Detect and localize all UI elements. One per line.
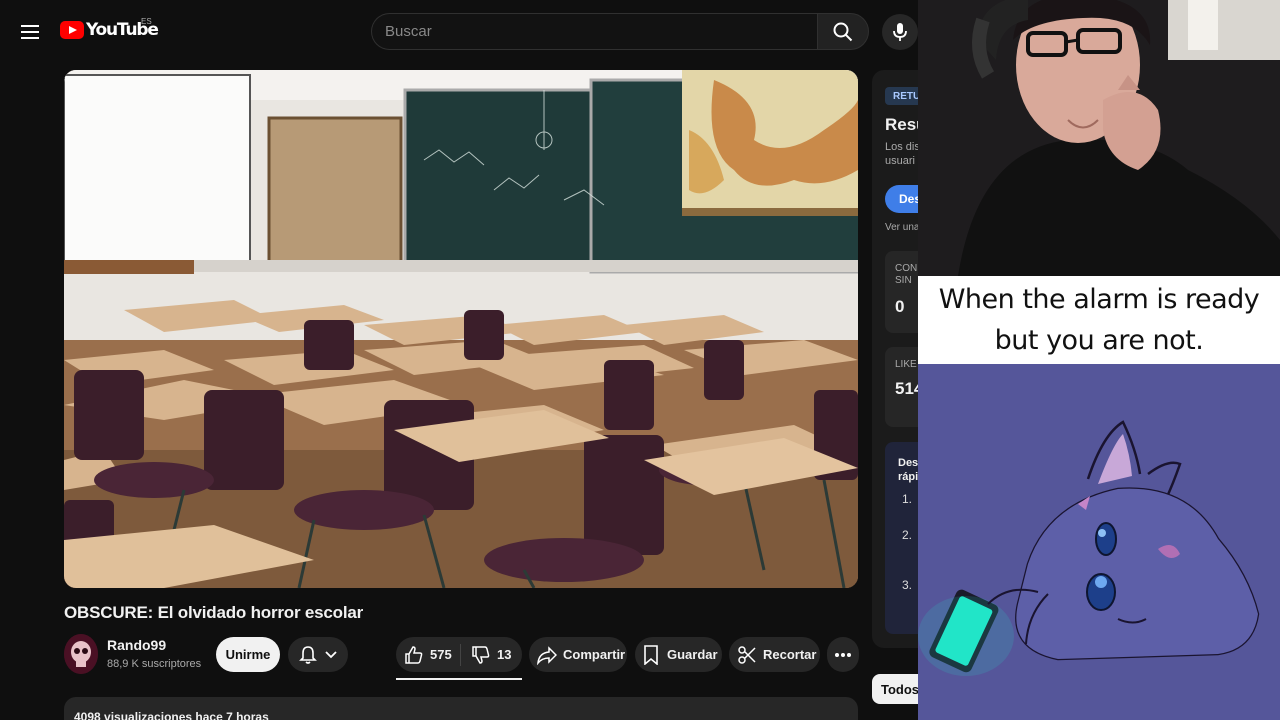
caption-line-2: but you are not. bbox=[994, 325, 1204, 356]
thumbs-up-icon bbox=[405, 645, 423, 664]
scissors-icon bbox=[738, 645, 756, 664]
sidebar-description-line2: usuari bbox=[885, 155, 915, 167]
chevron-down-icon bbox=[325, 650, 337, 658]
stat-value: 0 bbox=[895, 297, 905, 316]
list-item-number: 1. bbox=[902, 492, 913, 506]
share-button[interactable]: Compartir bbox=[529, 637, 627, 672]
webcam-overlay bbox=[918, 0, 1280, 276]
bell-icon bbox=[299, 645, 317, 664]
youtube-play-icon bbox=[60, 21, 84, 39]
menu-button[interactable] bbox=[14, 16, 46, 48]
masthead: YouTube ES bbox=[0, 0, 918, 64]
share-icon bbox=[537, 645, 557, 665]
like-count: 575 bbox=[430, 647, 452, 662]
join-button[interactable]: Unirme bbox=[216, 637, 280, 672]
like-dislike-group: 575 13 bbox=[396, 637, 522, 672]
channel-avatar[interactable] bbox=[64, 634, 98, 674]
anime-drawing-panel bbox=[918, 364, 1280, 720]
list-item-number: 2. bbox=[902, 528, 913, 542]
sidebar-link[interactable]: Ver una bbox=[885, 222, 919, 233]
video-player[interactable] bbox=[64, 70, 858, 588]
save-button[interactable]: Guardar bbox=[635, 637, 722, 672]
mic-icon bbox=[893, 23, 907, 41]
streamer-webcam-image bbox=[918, 0, 1280, 276]
subscriber-count: 88,9 K suscriptores bbox=[107, 658, 202, 670]
menu-icon bbox=[21, 25, 39, 39]
bookmark-icon bbox=[644, 644, 658, 665]
skull-avatar-icon bbox=[64, 634, 98, 674]
voice-search-button[interactable] bbox=[882, 14, 918, 50]
save-label: Guardar bbox=[667, 647, 718, 662]
channel-name[interactable]: Rando99 bbox=[107, 637, 166, 653]
video-frame-classroom bbox=[64, 70, 858, 588]
description-box[interactable]: 4098 visualizaciones hace 7 horas bbox=[64, 697, 858, 720]
more-actions-button[interactable] bbox=[827, 637, 859, 672]
share-label: Compartir bbox=[563, 647, 626, 662]
list-item-number: 3. bbox=[902, 578, 913, 592]
stat-label-line1: CON bbox=[895, 263, 918, 274]
dislike-button[interactable]: 13 bbox=[461, 645, 511, 665]
likes-label: LIKE bbox=[895, 359, 917, 370]
sidebar-description: Los dis usuari bbox=[885, 140, 920, 168]
notifications-button[interactable] bbox=[288, 637, 348, 672]
meme-caption-panel: When the alarm is ready but you are not. bbox=[918, 276, 1280, 364]
sidebar-description-line1: Los dis bbox=[885, 141, 920, 153]
clip-button[interactable]: Recortar bbox=[729, 637, 820, 672]
thumbs-down-icon bbox=[472, 645, 490, 664]
search-input[interactable] bbox=[371, 13, 817, 50]
region-code: ES bbox=[141, 17, 152, 26]
stat-label-line2: SIN bbox=[895, 275, 912, 286]
caption-line-1: When the alarm is ready bbox=[938, 284, 1260, 315]
like-button[interactable]: 575 bbox=[396, 645, 460, 665]
view-count-date: 4098 visualizaciones hace 7 horas bbox=[74, 710, 269, 720]
catgirl-phone-drawing bbox=[918, 364, 1280, 720]
like-ratio-bar bbox=[396, 678, 522, 680]
search-icon bbox=[833, 22, 853, 41]
more-horizontal-icon bbox=[835, 652, 851, 657]
search-box bbox=[371, 13, 869, 50]
dislike-count: 13 bbox=[497, 647, 512, 662]
video-title: OBSCURE: El olvidado horror escolar bbox=[64, 603, 364, 622]
clip-label: Recortar bbox=[763, 647, 817, 662]
search-button[interactable] bbox=[817, 13, 869, 50]
